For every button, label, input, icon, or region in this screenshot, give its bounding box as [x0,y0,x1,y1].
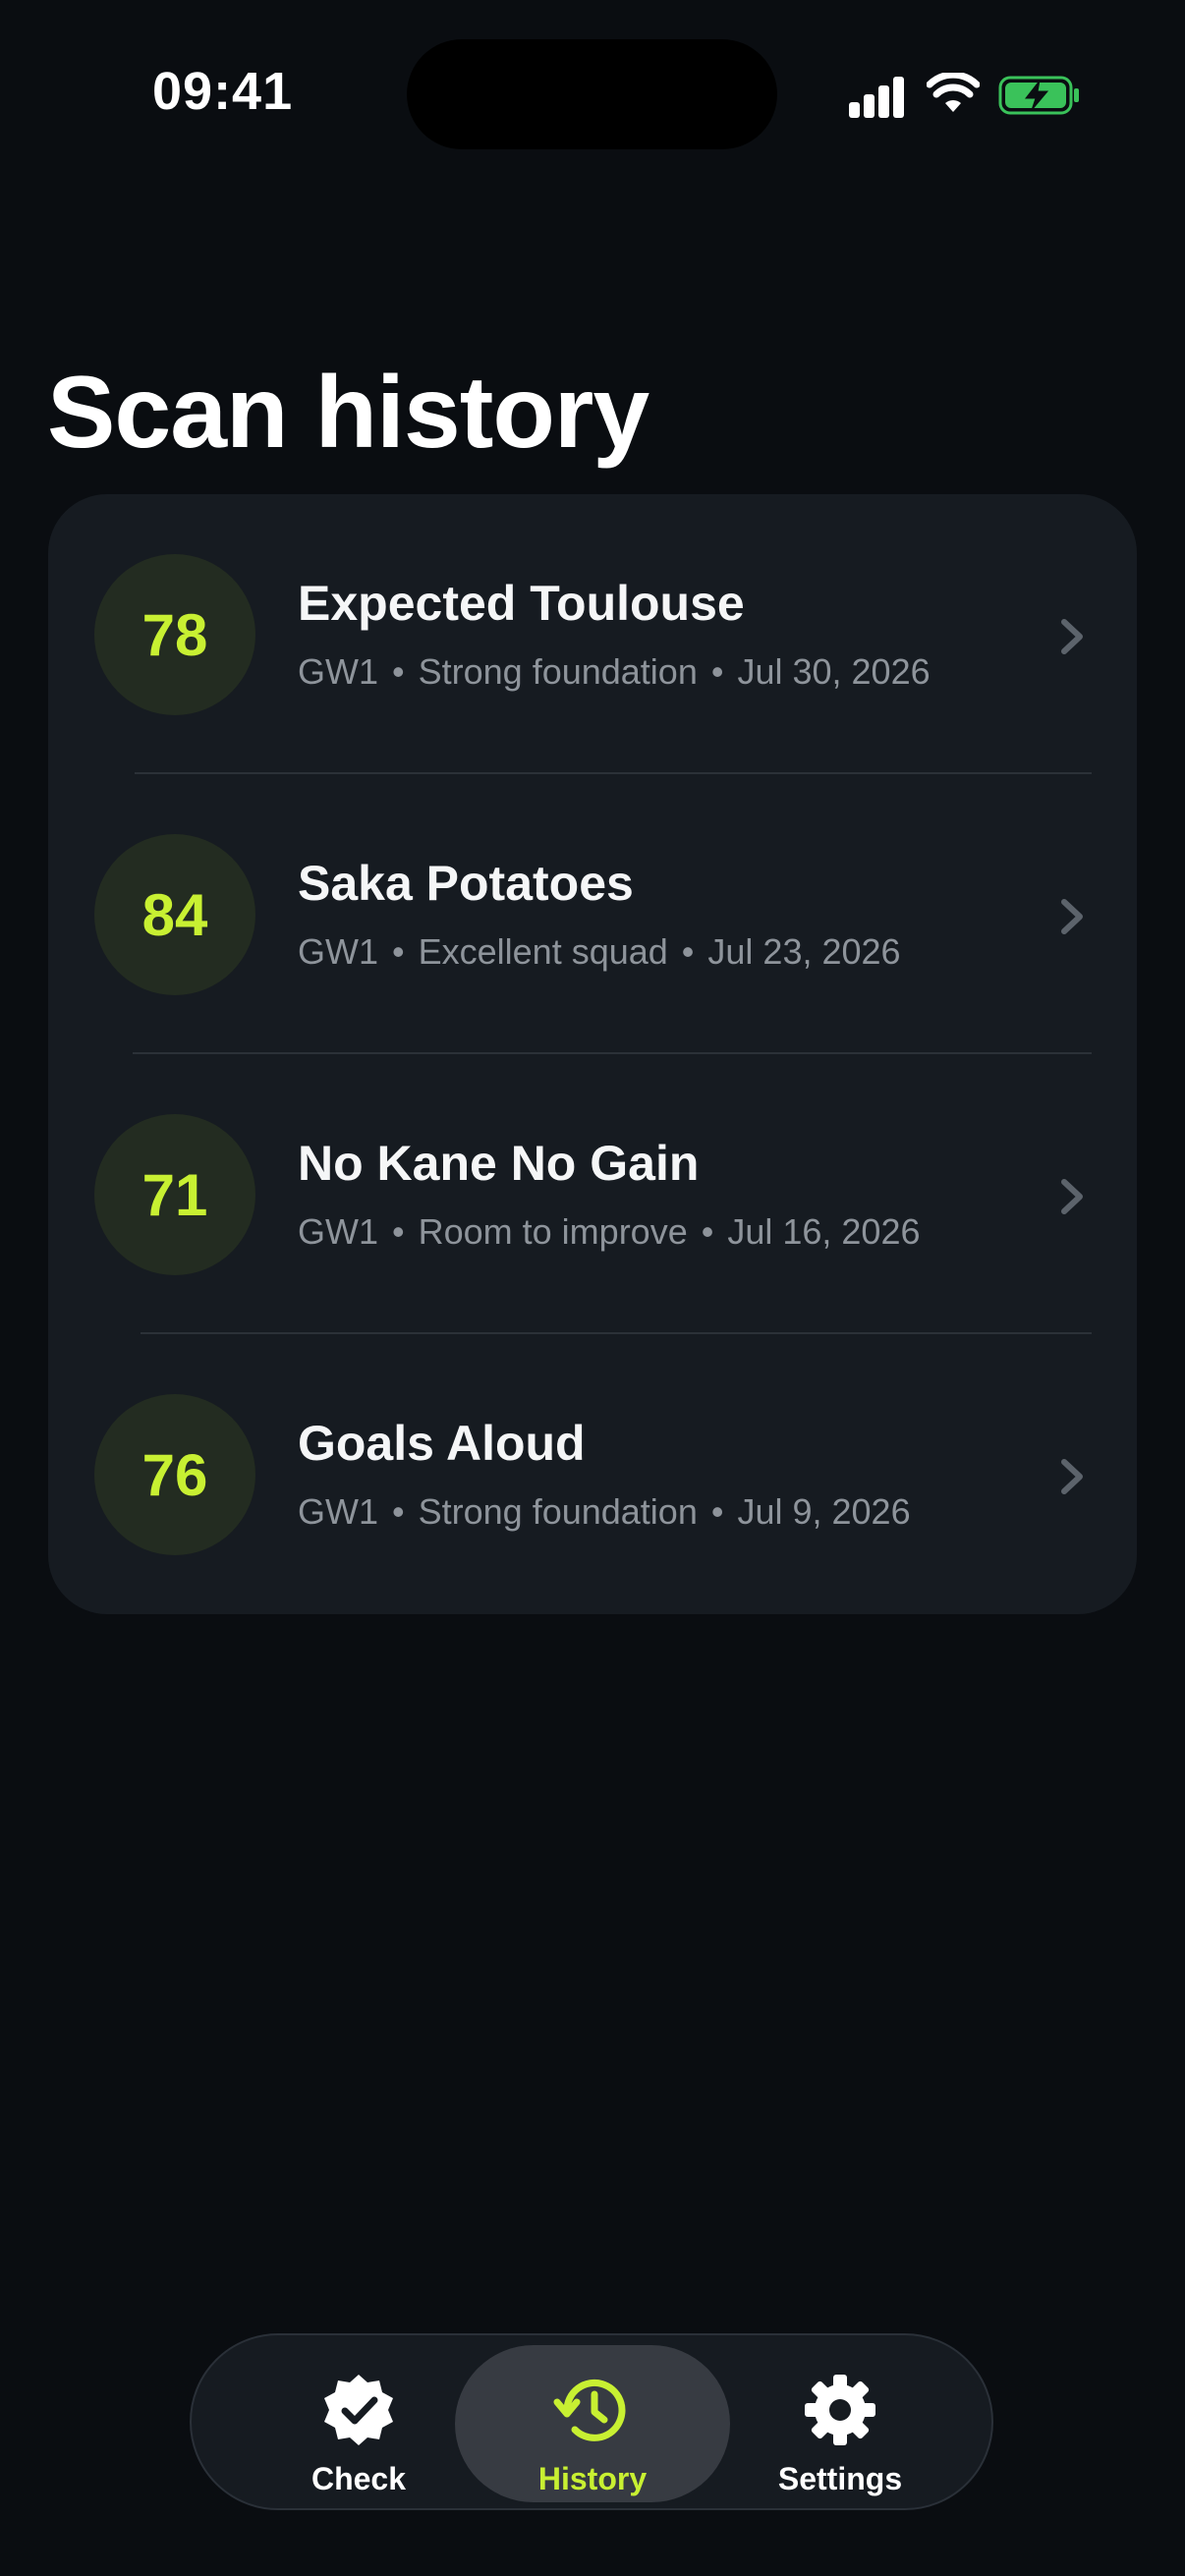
gear-icon [805,2375,875,2445]
tab-label: Check [310,2461,407,2496]
row-meta: GW1 • Room to improve • Jul 16, 2026 [298,1211,921,1252]
team-name: Saka Potatoes [298,856,634,911]
row-meta: GW1 • Strong foundation • Jul 9, 2026 [298,1491,911,1532]
history-icon [553,2379,626,2441]
gameweek-label: GW1 [298,1211,379,1252]
wifi-icon [927,73,980,112]
score-badge: 84 [94,834,255,995]
score-badge: 78 [94,554,255,715]
verdict-label: Room to improve [418,1211,688,1252]
scan-date: Jul 30, 2026 [737,651,931,692]
history-row[interactable]: 78 Expected Toulouse GW1 • Strong foundati… [48,494,1137,774]
gameweek-label: GW1 [298,931,379,972]
verdict-label: Strong foundation [418,651,698,692]
scan-date: Jul 23, 2026 [707,931,901,972]
row-meta: GW1 • Excellent squad • Jul 23, 2026 [298,931,901,972]
dynamic-island [407,39,777,149]
gameweek-label: GW1 [298,1491,379,1532]
chevron-right-icon [1061,619,1083,654]
chevron-right-icon [1061,1179,1083,1214]
row-meta: GW1 • Strong foundation • Jul 30, 2026 [298,651,931,692]
history-row[interactable]: 71 No Kane No Gain GW1 • Room to improve • J… [48,1054,1137,1334]
tab-settings[interactable]: Settings [742,2345,938,2502]
battery-charging-icon [998,76,1079,115]
score-badge: 71 [94,1114,255,1275]
verdict-label: Excellent squad [418,931,668,972]
chevron-right-icon [1061,1459,1083,1494]
team-name: Goals Aloud [298,1416,586,1471]
team-name: Expected Toulouse [298,576,745,631]
score-badge: 76 [94,1394,255,1555]
scan-date: Jul 16, 2026 [727,1211,921,1252]
tab-check[interactable]: Check [260,2345,457,2502]
page-title: Scan history [47,356,649,470]
tab-label: Settings [777,2461,903,2496]
team-name: No Kane No Gain [298,1136,700,1191]
status-time: 09:41 [152,62,294,121]
history-list: 78 Expected Toulouse GW1 • Strong foundati… [48,494,1137,1614]
chevron-right-icon [1061,899,1083,934]
cellular-signal-icon [849,77,906,118]
tab-bar: Check History Settings [190,2333,993,2510]
tab-history[interactable]: History [455,2345,730,2502]
verdict-label: Strong foundation [418,1491,698,1532]
badge-check-icon [324,2375,393,2445]
scan-history-screen: 09:41 Scan history 78 Expected Toulouse … [0,0,1185,2576]
history-row[interactable]: 84 Saka Potatoes GW1 • Excellent squad • Jul… [48,774,1137,1054]
gameweek-label: GW1 [298,651,379,692]
history-row[interactable]: 76 Goals Aloud GW1 • Strong foundation • Jul… [48,1334,1137,1614]
tab-label: History [537,2461,648,2496]
scan-date: Jul 9, 2026 [737,1491,911,1532]
